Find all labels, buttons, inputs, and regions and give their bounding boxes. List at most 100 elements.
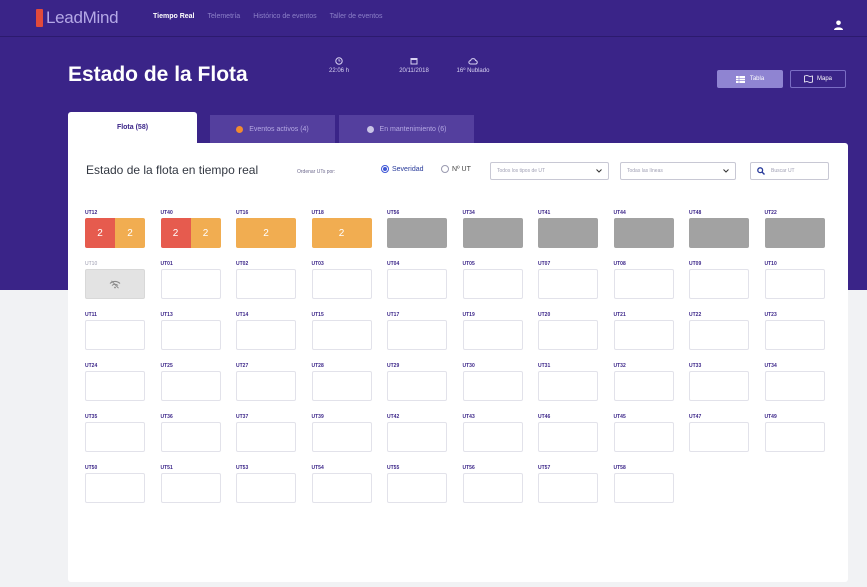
tab-flota[interactable]: Flota (58) <box>68 112 197 143</box>
unit-normal-box <box>462 269 523 299</box>
unit-card[interactable]: UT41 <box>538 209 598 248</box>
unit-card[interactable]: UT47 <box>689 413 749 452</box>
unit-normal-box <box>236 473 296 503</box>
unit-card[interactable]: UT35 <box>85 413 145 452</box>
unit-normal-box <box>85 371 145 401</box>
unit-card[interactable]: UT36 <box>160 413 221 452</box>
unit-card[interactable]: UT42 <box>387 413 447 452</box>
unit-card[interactable]: UT37 <box>236 413 296 452</box>
unit-card[interactable]: UT10 <box>85 260 145 299</box>
unit-card[interactable]: UT48 <box>689 209 749 248</box>
unit-label: UT23 <box>764 312 777 318</box>
unit-card[interactable]: UT25 <box>160 362 221 401</box>
unit-card[interactable]: UT13 <box>160 311 221 350</box>
tab-eventos-activos[interactable]: Eventos activos (4) <box>210 115 335 143</box>
unit-card[interactable]: UT57 <box>538 464 598 503</box>
unit-alert-box: 2 <box>311 218 372 248</box>
logo[interactable]: LeadMind <box>36 8 119 27</box>
unit-normal-box <box>387 269 447 299</box>
unit-card[interactable]: UT01 <box>160 260 221 299</box>
unit-card[interactable]: UT29 <box>387 362 447 401</box>
unit-card[interactable]: UT18 2 <box>311 209 372 248</box>
table-view-label: Tabla <box>749 76 765 82</box>
unit-card[interactable]: UT33 <box>689 362 749 401</box>
unit-card[interactable]: UT09 <box>689 260 749 299</box>
unit-card[interactable]: UT53 <box>236 464 296 503</box>
unit-card[interactable]: UT04 <box>387 260 447 299</box>
sort-radio-severidad[interactable]: Severidad <box>381 165 424 173</box>
unit-card[interactable]: UT28 <box>311 362 372 401</box>
unit-card[interactable]: UT12 2 2 <box>85 209 145 248</box>
unit-card[interactable]: UT02 <box>236 260 296 299</box>
unit-card[interactable]: UT45 <box>613 413 674 452</box>
filter-lines-select[interactable]: Todas las líneas <box>620 162 736 180</box>
unit-card[interactable]: UT24 <box>85 362 145 401</box>
tab-mantenimiento[interactable]: En mantenimiento (6) <box>339 115 474 143</box>
unit-card[interactable]: UT16 2 <box>236 209 296 248</box>
unit-normal-box <box>236 422 296 452</box>
unit-card[interactable]: UT55 <box>387 464 447 503</box>
unit-card[interactable]: UT39 <box>311 413 372 452</box>
unit-card[interactable]: UT07 <box>538 260 598 299</box>
unit-card[interactable]: UT14 <box>236 311 296 350</box>
unit-card[interactable]: UT40 2 2 <box>160 209 221 248</box>
unit-normal-box <box>689 422 749 452</box>
unit-card[interactable]: UT30 <box>462 362 523 401</box>
unit-card[interactable]: UT54 <box>311 464 372 503</box>
unit-label: UT50 <box>85 465 98 471</box>
unit-card[interactable]: UT11 <box>85 311 145 350</box>
unit-card[interactable]: UT03 <box>311 260 372 299</box>
table-icon <box>735 75 745 83</box>
unit-card[interactable]: UT43 <box>462 413 523 452</box>
unit-card[interactable]: UT27 <box>236 362 296 401</box>
unit-card[interactable]: UT32 <box>613 362 674 401</box>
unit-card[interactable]: UT58 <box>613 464 674 503</box>
unit-label: UT43 <box>462 414 475 420</box>
nav-item-telemetria[interactable]: Telemetría <box>208 13 241 20</box>
unit-normal-box <box>387 320 447 350</box>
top-nav: LeadMind Tiempo Real Telemetría Históric… <box>0 0 867 36</box>
unit-card[interactable]: UT34 <box>462 209 523 248</box>
unit-card[interactable]: UT21 <box>613 311 674 350</box>
unit-card[interactable]: UT20 <box>538 311 598 350</box>
unit-label: UT10 <box>85 261 98 267</box>
unit-card[interactable]: UT51 <box>160 464 221 503</box>
unit-card[interactable]: UT10 <box>764 260 825 299</box>
unit-alert-box: 22 <box>85 218 145 248</box>
nav-item-tiempo-real[interactable]: Tiempo Real <box>153 13 195 20</box>
unit-card[interactable]: UT19 <box>462 311 523 350</box>
unit-maintenance-box <box>764 218 825 248</box>
unit-card[interactable]: UT50 <box>85 464 145 503</box>
sort-radio-nut[interactable]: Nº UT <box>441 165 471 173</box>
unit-card[interactable]: UT17 <box>387 311 447 350</box>
unit-card[interactable]: UT05 <box>462 260 523 299</box>
unit-card[interactable]: UT49 <box>764 413 825 452</box>
unit-card[interactable]: UT23 <box>764 311 825 350</box>
unit-card[interactable]: UT56 <box>462 464 523 503</box>
filter-ut-type-select[interactable]: Todos los tipos de UT <box>490 162 609 180</box>
unit-card[interactable]: UT15 <box>311 311 372 350</box>
unit-label: UT10 <box>764 261 777 267</box>
unit-label: UT11 <box>85 312 97 318</box>
nav-item-historico[interactable]: Histórico de eventos <box>253 13 316 20</box>
unit-card[interactable]: UT56 <box>387 209 447 248</box>
search-ut-button[interactable]: Buscar UT <box>750 162 829 180</box>
unit-card[interactable]: UT08 <box>613 260 674 299</box>
user-icon[interactable] <box>834 20 843 30</box>
unit-normal-box <box>764 269 825 299</box>
unit-offline-box <box>85 269 145 299</box>
unit-card[interactable]: UT34 <box>764 362 825 401</box>
unit-card[interactable]: UT44 <box>613 209 674 248</box>
map-view-button[interactable]: Mapa <box>790 70 846 88</box>
nav-divider <box>0 36 867 37</box>
unit-card[interactable]: UT46 <box>538 413 598 452</box>
unit-card[interactable]: UT22 <box>689 311 749 350</box>
unit-normal-box <box>160 422 221 452</box>
unit-normal-box <box>85 422 145 452</box>
unit-normal-box <box>311 269 372 299</box>
unit-card[interactable]: UT31 <box>538 362 598 401</box>
unit-card[interactable]: UT22 <box>764 209 825 248</box>
nav-item-taller[interactable]: Taller de eventos <box>330 13 383 20</box>
unit-normal-box <box>462 320 523 350</box>
table-view-button[interactable]: Tabla <box>717 70 783 88</box>
